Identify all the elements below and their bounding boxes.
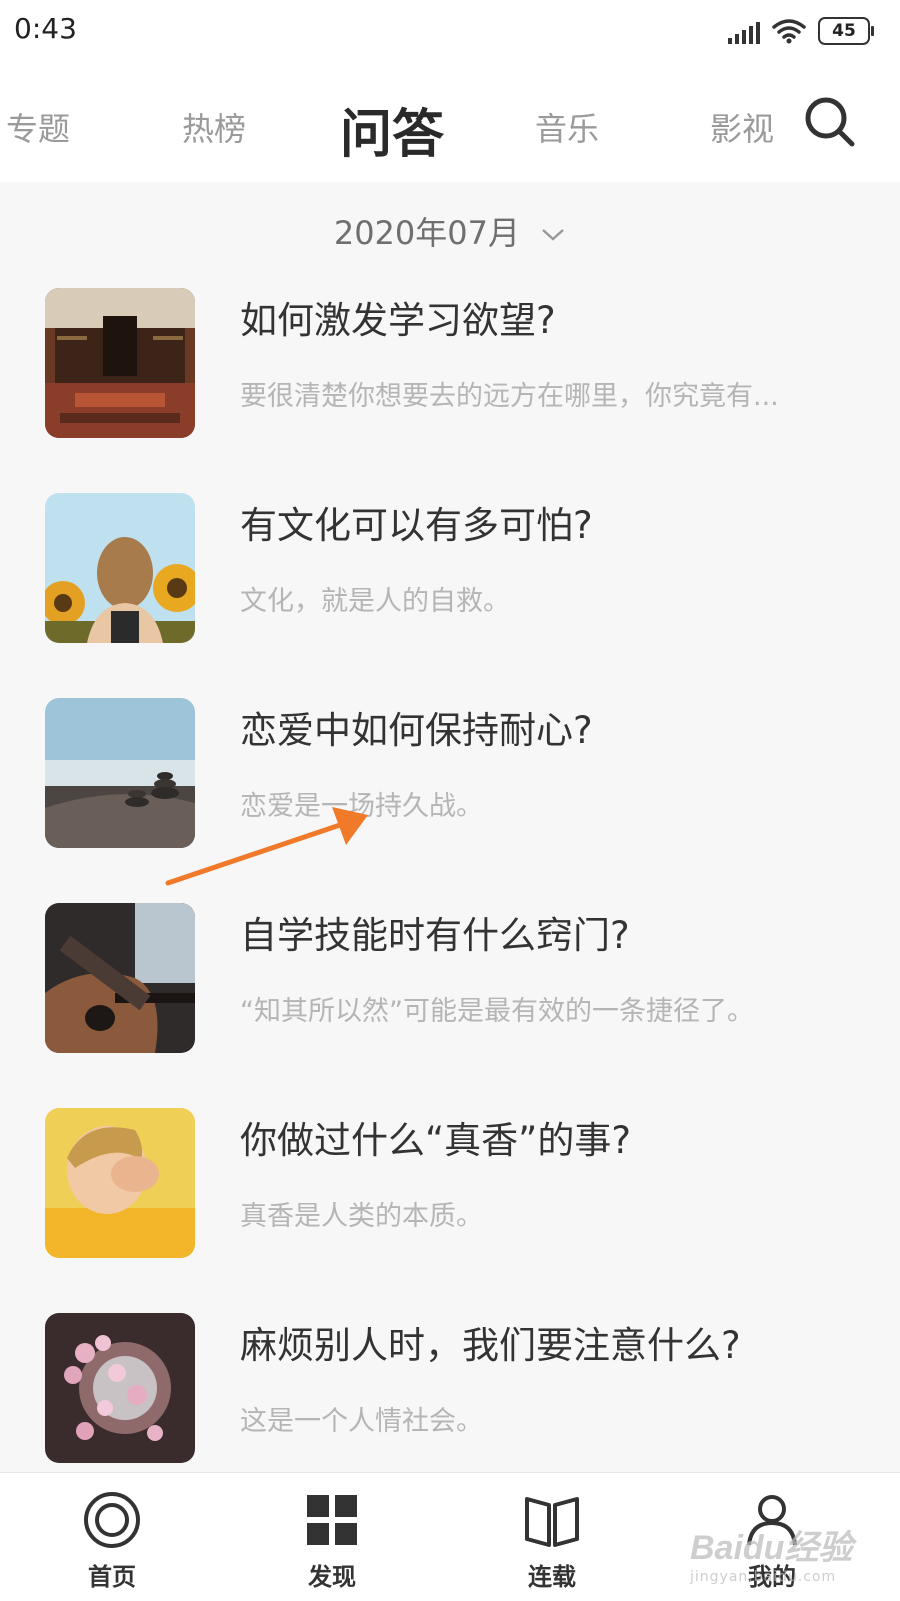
- question-title: 恋爱中如何保持耐心?: [240, 709, 593, 752]
- category-tabs: 专题 热榜 问答 音乐 影视: [0, 64, 900, 182]
- question-thumbnail-child: [45, 1108, 195, 1258]
- wifi-icon: [772, 19, 806, 44]
- question-summary: “知其所以然”可能是最有效的一条捷径了。: [240, 996, 754, 1027]
- signal-icon: [728, 18, 760, 44]
- nav-discover[interactable]: 发现: [272, 1487, 392, 1592]
- watermark-url: jingyan.baidu.com: [690, 1569, 837, 1585]
- question-summary: 这是一个人情社会。: [240, 1406, 483, 1437]
- question-thumbnail-library: [45, 288, 195, 438]
- question-summary: 要很清楚你想要去的远方在哪里，你究竟有...: [240, 381, 779, 412]
- question-title: 自学技能时有什么窍门?: [240, 914, 630, 957]
- book-icon: [525, 1497, 579, 1547]
- status-icons: 45: [728, 14, 874, 48]
- chevron-down-icon: [542, 229, 565, 241]
- watermark-logo: Baidu经验: [690, 1529, 853, 1567]
- question-item[interactable]: 恋爱中如何保持耐心? 恋爱是一场持久战。: [0, 696, 900, 901]
- home-circle-icon: [84, 1492, 140, 1548]
- question-title: 你做过什么“真香”的事?: [240, 1119, 631, 1162]
- nav-serial[interactable]: 连载: [492, 1487, 612, 1592]
- question-item[interactable]: 如何激发学习欲望? 要很清楚你想要去的远方在哪里，你究竟有...: [0, 286, 900, 491]
- question-title: 有文化可以有多可怕?: [240, 504, 593, 547]
- question-summary: 真香是人类的本质。: [240, 1201, 483, 1232]
- baidu-watermark: Baidu经验 jingyan.baidu.com: [690, 1520, 852, 1585]
- grid-icon: [307, 1495, 357, 1545]
- question-list: 如何激发学习欲望? 要很清楚你想要去的远方在哪里，你究竟有... 有文化可以有多…: [0, 286, 900, 1516]
- question-title: 如何激发学习欲望?: [240, 299, 556, 342]
- nav-home-label: 首页: [88, 1563, 136, 1591]
- annotation-arrow-icon: [165, 807, 368, 886]
- question-item[interactable]: 你做过什么“真香”的事? 真香是人类的本质。: [0, 1106, 900, 1311]
- question-thumbnail-blossoms: [45, 1313, 195, 1463]
- date-label: 2020年07月: [333, 214, 520, 252]
- nav-home[interactable]: 首页: [52, 1487, 172, 1592]
- question-thumbnail-guitar: [45, 903, 195, 1053]
- question-summary: 文化，就是人的自救。: [240, 586, 510, 617]
- tab-qa[interactable]: 问答: [340, 92, 444, 167]
- nav-serial-label: 连载: [528, 1563, 576, 1591]
- status-time: 0:43: [14, 12, 77, 45]
- tab-topics[interactable]: 专题: [6, 104, 70, 150]
- search-icon[interactable]: [802, 94, 858, 150]
- nav-discover-label: 发现: [308, 1563, 356, 1591]
- tab-film[interactable]: 影视: [710, 104, 774, 150]
- date-selector[interactable]: 2020年07月: [0, 208, 900, 254]
- tab-music[interactable]: 音乐: [535, 104, 599, 150]
- status-bar: 0:43 45: [0, 0, 900, 64]
- tab-hot-list[interactable]: 热榜: [182, 104, 246, 150]
- question-item[interactable]: 自学技能时有什么窍门? “知其所以然”可能是最有效的一条捷径了。: [0, 901, 900, 1106]
- question-thumbnail-sunflowers: [45, 493, 195, 643]
- battery-icon: 45: [818, 17, 874, 45]
- question-item[interactable]: 有文化可以有多可怕? 文化，就是人的自救。: [0, 491, 900, 696]
- question-title: 麻烦别人时，我们要注意什么?: [240, 1324, 741, 1367]
